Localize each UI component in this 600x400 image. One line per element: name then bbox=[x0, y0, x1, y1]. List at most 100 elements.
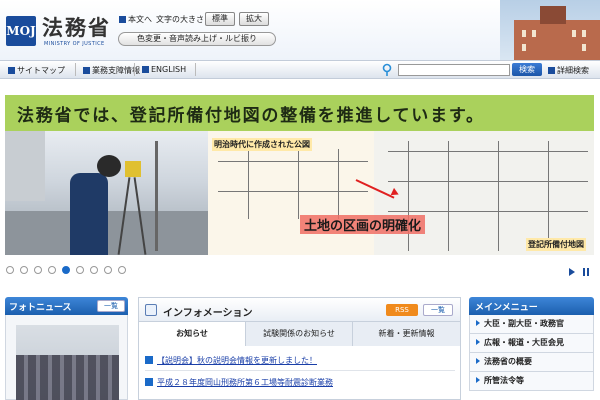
skip-to-content-link[interactable]: 本文へ bbox=[119, 14, 152, 25]
site-header: MOJ 法務省 MINISTRY OF JUSTICE 本文へ 文字の大きさ 標… bbox=[0, 0, 600, 60]
menu-item-label: 広報・報道・大臣会見 bbox=[484, 338, 564, 347]
photo-news-panel bbox=[5, 315, 128, 400]
banner-headline-strip: 法務省では、登記所備付地図の整備を推進しています。 bbox=[5, 95, 594, 131]
photo-building bbox=[5, 131, 45, 201]
skip-link-label: 本文へ bbox=[128, 15, 152, 24]
text-size-standard-button[interactable]: 標準 bbox=[205, 12, 235, 26]
moj-logo[interactable]: MOJ bbox=[6, 16, 36, 46]
information-item[interactable]: 【説明会】秋の説明会情報を更新しました！ bbox=[145, 355, 317, 366]
play-icon[interactable] bbox=[569, 268, 575, 276]
building-window bbox=[582, 30, 586, 37]
advanced-search-label: 詳細検索 bbox=[557, 66, 589, 75]
tab-exam-notices[interactable]: 試験関係のお知らせ bbox=[246, 322, 353, 346]
slider-dot[interactable] bbox=[118, 266, 126, 274]
building-window bbox=[582, 44, 586, 51]
map-line bbox=[338, 149, 339, 219]
arrow-bullet-icon bbox=[145, 378, 153, 386]
group-photo-people bbox=[16, 355, 119, 400]
photo-news-list-button[interactable]: 一覧 bbox=[97, 300, 125, 312]
square-bullet-icon bbox=[548, 67, 555, 74]
information-title: インフォメーション bbox=[163, 308, 253, 319]
slider-dot[interactable] bbox=[20, 266, 28, 274]
photo-news-image[interactable] bbox=[16, 325, 119, 400]
map-line bbox=[548, 141, 549, 251]
utility-navbar: サイトマップ 業務支障情報 ENGLISH 検索 詳細検索 bbox=[0, 60, 600, 79]
menu-item-label: 法務省の概要 bbox=[484, 357, 532, 366]
nav-divider bbox=[134, 63, 135, 76]
nav-english[interactable]: ENGLISH bbox=[142, 65, 186, 74]
chevron-right-icon bbox=[476, 358, 480, 364]
main-menu-header: メインメニュー bbox=[469, 297, 594, 315]
building-window bbox=[532, 30, 536, 37]
photo-pole bbox=[155, 141, 158, 251]
slider-dot[interactable] bbox=[6, 266, 14, 274]
search-icon bbox=[382, 63, 392, 76]
building-body bbox=[514, 20, 600, 60]
photo-surveyor-head bbox=[97, 155, 121, 177]
nav-sitemap[interactable]: サイトマップ bbox=[8, 65, 65, 76]
menu-item-laws[interactable]: 所管法令等 bbox=[469, 372, 594, 391]
square-bullet-icon bbox=[142, 66, 149, 73]
slider-dot[interactable] bbox=[76, 266, 84, 274]
photo-surveyor bbox=[70, 173, 108, 255]
information-item[interactable]: 平成２８年度岡山刑務所第６工場等耐震診断業務 bbox=[145, 377, 333, 388]
menu-item-ministers[interactable]: 大臣・副大臣・政務官 bbox=[469, 315, 594, 334]
building-window bbox=[572, 30, 576, 37]
nav-sitemap-label: サイトマップ bbox=[17, 66, 65, 75]
clarify-label: 土地の区画の明確化 bbox=[300, 215, 426, 234]
banner-headline: 法務省では、登記所備付地図の整備を推進しています。 bbox=[17, 106, 485, 126]
new-map-label: 登記所備付地図 bbox=[526, 238, 586, 251]
information-tabs: お知らせ 試験関係のお知らせ 新着・更新情報 bbox=[139, 322, 460, 346]
slider-dot[interactable] bbox=[48, 266, 56, 274]
slider-dot[interactable] bbox=[90, 266, 98, 274]
slider-dot[interactable] bbox=[34, 266, 42, 274]
site-name[interactable]: 法務省 bbox=[42, 12, 111, 42]
chevron-right-icon bbox=[476, 339, 480, 345]
search-button[interactable]: 検索 bbox=[512, 63, 542, 76]
menu-item-press[interactable]: 広報・報道・大臣会見 bbox=[469, 334, 594, 353]
rss-button[interactable]: RSS bbox=[386, 304, 418, 316]
building-window bbox=[522, 44, 526, 51]
nav-business-support[interactable]: 業務支障情報 bbox=[83, 65, 140, 76]
hero-banner[interactable]: 法務省では、登記所備付地図の整備を推進しています。 明治時代に作成された公図 土… bbox=[5, 95, 594, 255]
information-list-button[interactable]: 一覧 bbox=[423, 304, 453, 316]
information-panel: インフォメーション RSS 一覧 お知らせ 試験関係のお知らせ 新着・更新情報 … bbox=[138, 297, 461, 400]
nav-divider bbox=[195, 63, 196, 76]
photo-news-list-label: 一覧 bbox=[104, 302, 118, 310]
chevron-right-icon bbox=[476, 377, 480, 383]
photo-survey-instrument bbox=[125, 161, 141, 177]
square-bullet-icon bbox=[8, 67, 15, 74]
nav-english-label: ENGLISH bbox=[151, 65, 187, 74]
advanced-search-link[interactable]: 詳細検索 bbox=[548, 65, 589, 76]
map-line bbox=[248, 149, 249, 219]
nav-business-support-label: 業務支障情報 bbox=[92, 66, 140, 75]
nav-divider bbox=[75, 63, 76, 76]
map-line bbox=[218, 191, 368, 192]
square-bullet-icon bbox=[83, 67, 90, 74]
tab-new-updates[interactable]: 新着・更新情報 bbox=[353, 322, 460, 346]
tab-notices[interactable]: お知らせ bbox=[139, 322, 246, 346]
information-item-text: 平成２８年度岡山刑務所第６工場等耐震診断業務 bbox=[157, 378, 333, 387]
pause-icon[interactable] bbox=[583, 268, 589, 276]
map-line bbox=[388, 211, 588, 212]
map-line bbox=[408, 141, 409, 251]
text-size-large-button[interactable]: 拡大 bbox=[239, 12, 269, 26]
row-divider bbox=[145, 370, 455, 371]
text-size-label: 文字の大きさ bbox=[156, 15, 204, 24]
information-header: インフォメーション RSS 一覧 bbox=[139, 298, 460, 322]
menu-item-label: 大臣・副大臣・政務官 bbox=[484, 319, 564, 328]
clarify-label-text: 土地の区画の明確化 bbox=[304, 219, 422, 234]
map-line bbox=[298, 149, 299, 219]
menu-item-label: 所管法令等 bbox=[484, 376, 524, 385]
slider-dot[interactable] bbox=[104, 266, 112, 274]
accessibility-button[interactable]: 色変更・音声読み上げ・ルビ振り bbox=[118, 32, 276, 46]
ministry-building-image bbox=[500, 0, 600, 60]
chevron-right-icon bbox=[476, 320, 480, 326]
menu-item-overview[interactable]: 法務省の概要 bbox=[469, 353, 594, 372]
photo-news-title: フォトニュース bbox=[9, 303, 72, 313]
search-input[interactable] bbox=[398, 64, 510, 76]
map-line bbox=[388, 151, 588, 152]
information-item-text: 【説明会】秋の説明会情報を更新しました！ bbox=[157, 356, 317, 365]
arrow-bullet-icon bbox=[145, 356, 153, 364]
slider-dot-active[interactable] bbox=[62, 266, 70, 274]
